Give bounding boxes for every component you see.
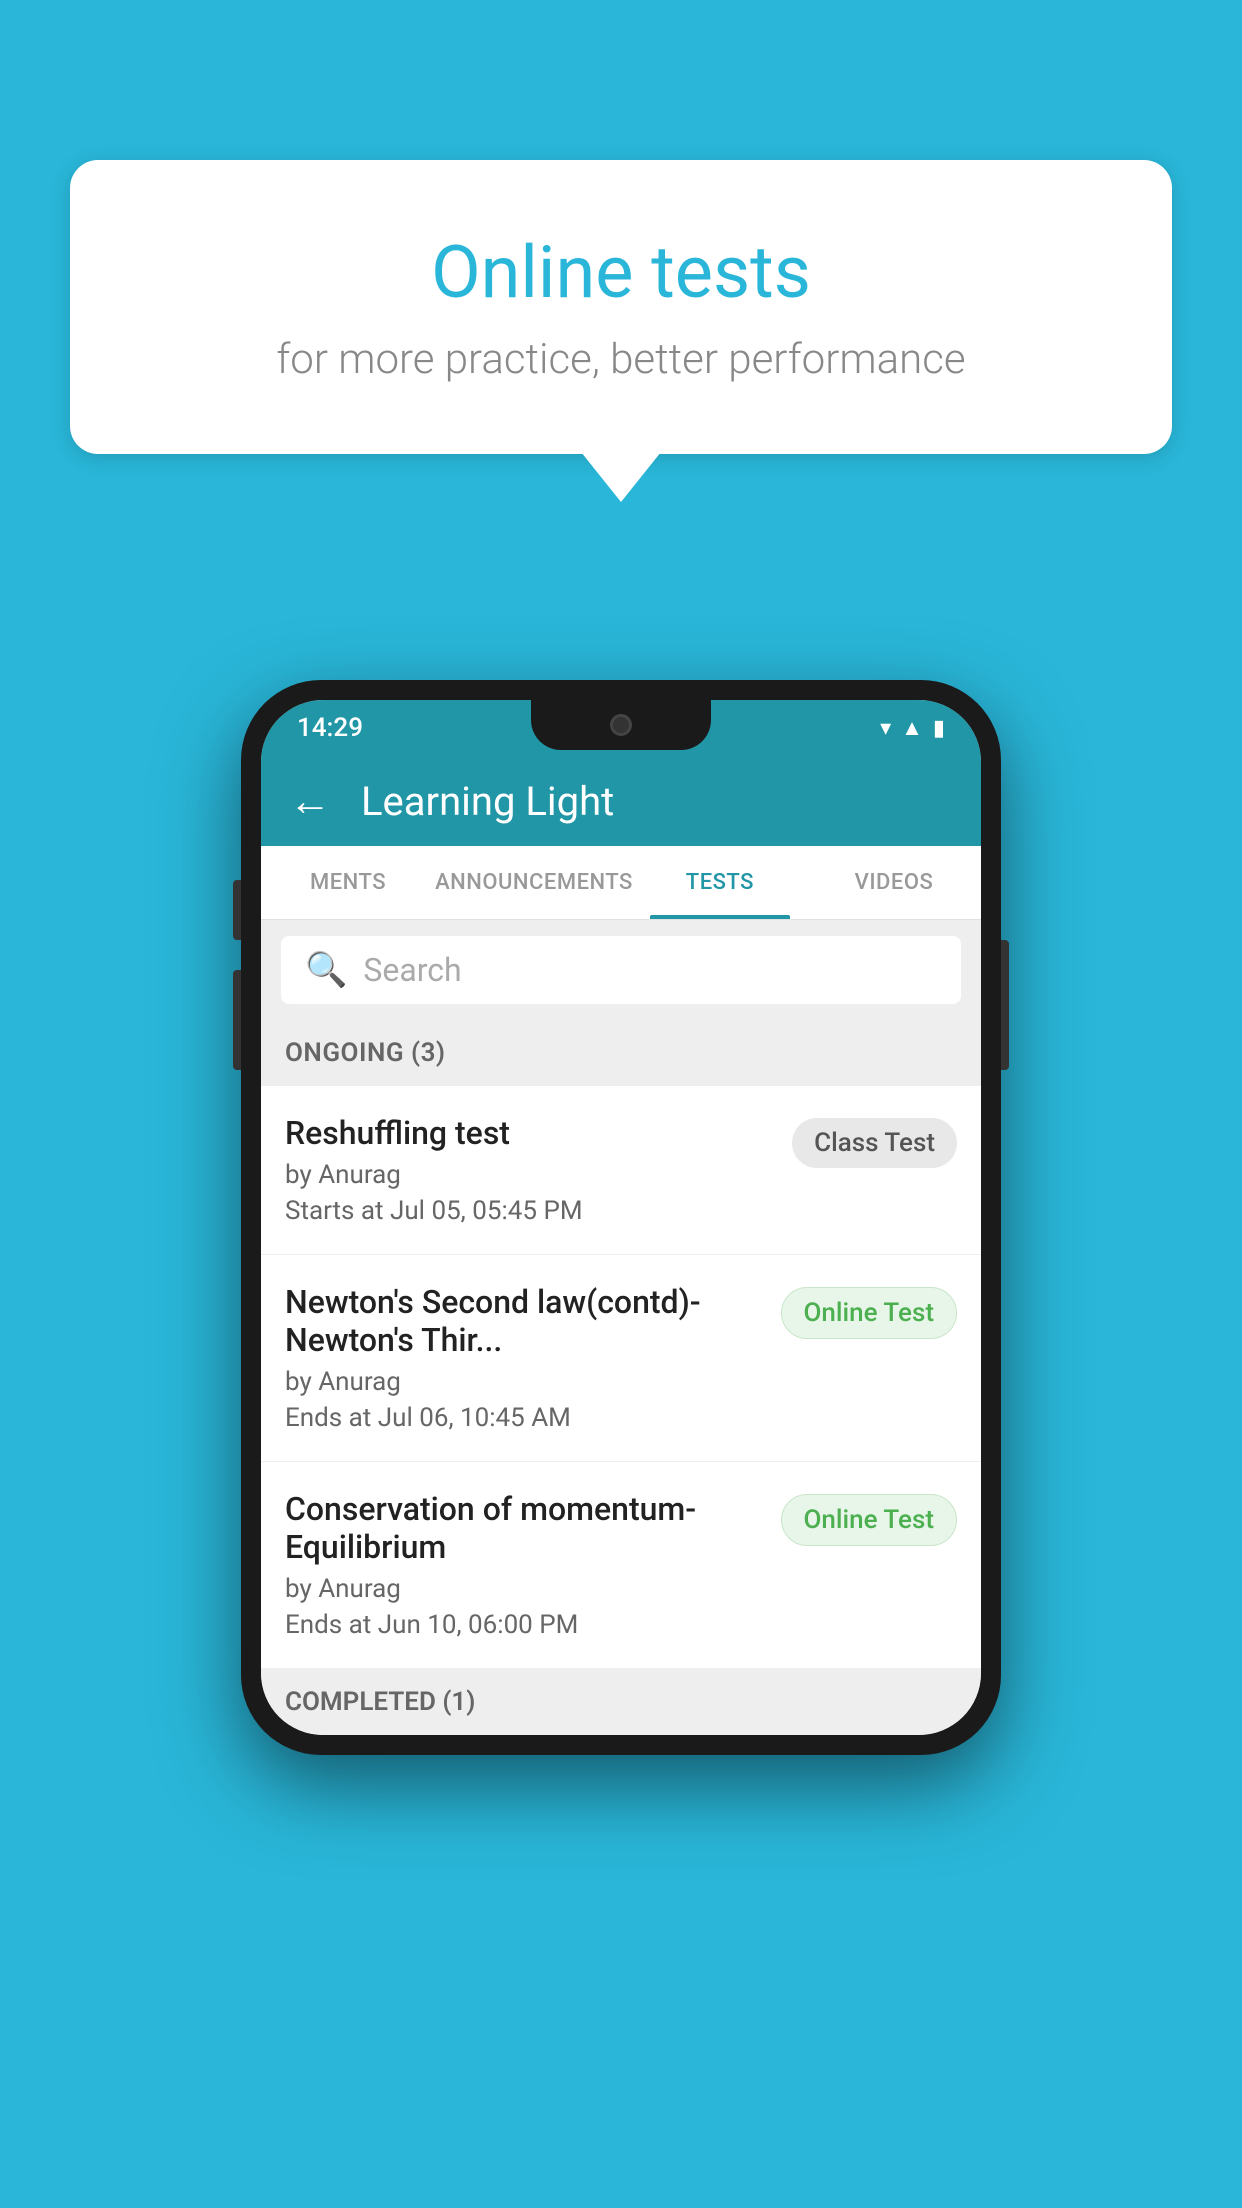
tab-ments[interactable]: MENTS [261,846,435,919]
phone-wrapper: 14:29 ▾ ▲ ▮ ← Learning Light MENTS [241,680,1001,1755]
phone-outer: 14:29 ▾ ▲ ▮ ← Learning Light MENTS [241,680,1001,1755]
test-item-1[interactable]: Reshuffling test by Anurag Starts at Jul… [261,1086,981,1255]
back-button[interactable]: ← [289,777,331,826]
test-author-2: by Anurag [285,1367,765,1397]
test-author-3: by Anurag [285,1574,765,1604]
completed-header-text: COMPLETED (1) [285,1687,475,1717]
speech-bubble: Online tests for more practice, better p… [70,160,1172,454]
test-info-1: Reshuffling test by Anurag Starts at Jul… [285,1114,776,1226]
phone-btn-vol-down [233,970,241,1070]
search-input[interactable]: 🔍 Search [281,936,961,1004]
phone-camera [610,714,632,736]
wifi-icon: ▾ [880,716,891,741]
battery-icon: ▮ [933,716,945,741]
test-badge-2: Online Test [781,1287,958,1339]
status-time: 14:29 [297,713,363,743]
tab-videos[interactable]: VIDEOS [807,846,981,919]
test-info-2: Newton's Second law(contd)-Newton's Thir… [285,1283,765,1433]
test-item-3[interactable]: Conservation of momentum-Equilibrium by … [261,1462,981,1669]
ongoing-section-header: ONGOING (3) [261,1020,981,1086]
test-info-3: Conservation of momentum-Equilibrium by … [285,1490,765,1640]
tabs-bar: MENTS ANNOUNCEMENTS TESTS VIDEOS [261,846,981,920]
ongoing-header-text: ONGOING (3) [285,1038,446,1068]
phone-btn-power [1001,940,1009,1070]
test-name-1: Reshuffling test [285,1114,776,1152]
test-name-2: Newton's Second law(contd)-Newton's Thir… [285,1283,765,1359]
app-bar: ← Learning Light [261,756,981,846]
signal-icon: ▲ [901,715,923,741]
test-name-3: Conservation of momentum-Equilibrium [285,1490,765,1566]
test-date-3: Ends at Jun 10, 06:00 PM [285,1610,765,1640]
speech-bubble-wrapper: Online tests for more practice, better p… [70,160,1172,502]
phone-btn-vol-up [233,880,241,940]
test-author-1: by Anurag [285,1160,776,1190]
test-badge-1: Class Test [792,1118,957,1168]
phone-notch [531,700,711,750]
speech-bubble-arrow [581,452,661,502]
background: Online tests for more practice, better p… [0,0,1242,2208]
test-date-2: Ends at Jul 06, 10:45 AM [285,1403,765,1433]
test-list: Reshuffling test by Anurag Starts at Jul… [261,1086,981,1669]
bubble-title: Online tests [130,230,1112,315]
test-item-2[interactable]: Newton's Second law(contd)-Newton's Thir… [261,1255,981,1462]
search-icon: 🔍 [305,950,347,990]
test-badge-3: Online Test [781,1494,958,1546]
tab-tests[interactable]: TESTS [633,846,807,919]
status-icons: ▾ ▲ ▮ [880,715,945,741]
test-date-1: Starts at Jul 05, 05:45 PM [285,1196,776,1226]
bubble-subtitle: for more practice, better performance [130,335,1112,384]
tab-announcements[interactable]: ANNOUNCEMENTS [435,846,633,919]
search-container: 🔍 Search [261,920,981,1020]
app-bar-title: Learning Light [361,778,614,825]
phone-screen: 14:29 ▾ ▲ ▮ ← Learning Light MENTS [261,700,981,1735]
completed-section-header: COMPLETED (1) [261,1669,981,1735]
search-placeholder-text: Search [363,951,461,989]
